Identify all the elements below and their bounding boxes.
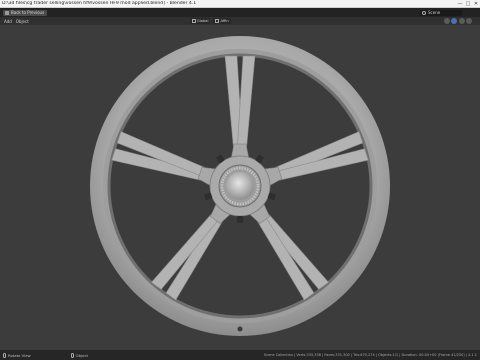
- 3d-viewport[interactable]: [0, 25, 480, 350]
- menu-add[interactable]: Add: [4, 19, 12, 24]
- close-button[interactable]: ✕: [472, 0, 480, 8]
- back-to-previous-button[interactable]: Back to Previous: [3, 9, 48, 16]
- top-bar: Back to Previous Scene: [0, 8, 480, 17]
- back-icon: [5, 10, 9, 15]
- minimize-button[interactable]: —: [456, 0, 464, 8]
- status-object: Object: [75, 352, 89, 358]
- window-title: D:\3d files\cg trader selling\vossen hf9…: [2, 1, 197, 6]
- viewport-header: Add Object: [0, 17, 480, 25]
- scene-icon: [422, 10, 426, 15]
- wheel-model[interactable]: [0, 25, 480, 350]
- solid-shading-button[interactable]: [451, 18, 457, 24]
- shading-modes: [442, 18, 472, 24]
- mouse-icon: [3, 352, 6, 358]
- rendered-shading-button[interactable]: [466, 18, 472, 24]
- valve-stem-hole: [237, 326, 243, 332]
- viewport-tools: Global Affin: [190, 18, 234, 24]
- status-rotate-view: Rotate View: [8, 352, 31, 358]
- scene-statistics: Scene Collection | Verts:335,336 | Faces…: [263, 353, 477, 357]
- maximize-button[interactable]: □: [464, 0, 472, 8]
- back-to-previous-label: Back to Previous: [11, 10, 45, 15]
- snap-label: Affin: [220, 19, 229, 23]
- magnet-icon: [215, 19, 219, 23]
- scene-label: Scene: [428, 10, 441, 15]
- snap-dropdown[interactable]: Affin: [213, 18, 231, 24]
- orientation-icon: [192, 19, 196, 23]
- status-bar: Rotate View Object Scene Collection | Ve…: [0, 350, 480, 360]
- scene-selector[interactable]: Scene: [420, 9, 462, 16]
- material-shading-button[interactable]: [458, 18, 465, 24]
- menu-object[interactable]: Object: [16, 19, 29, 24]
- transform-orientation-dropdown[interactable]: Global: [190, 18, 211, 24]
- mouse-icon: [70, 352, 74, 358]
- window-titlebar: D:\3d files\cg trader selling\vossen hf9…: [0, 0, 480, 8]
- center-cap: [226, 172, 254, 200]
- transform-orientation-label: Global: [197, 19, 209, 23]
- wireframe-shading-button[interactable]: [443, 18, 450, 24]
